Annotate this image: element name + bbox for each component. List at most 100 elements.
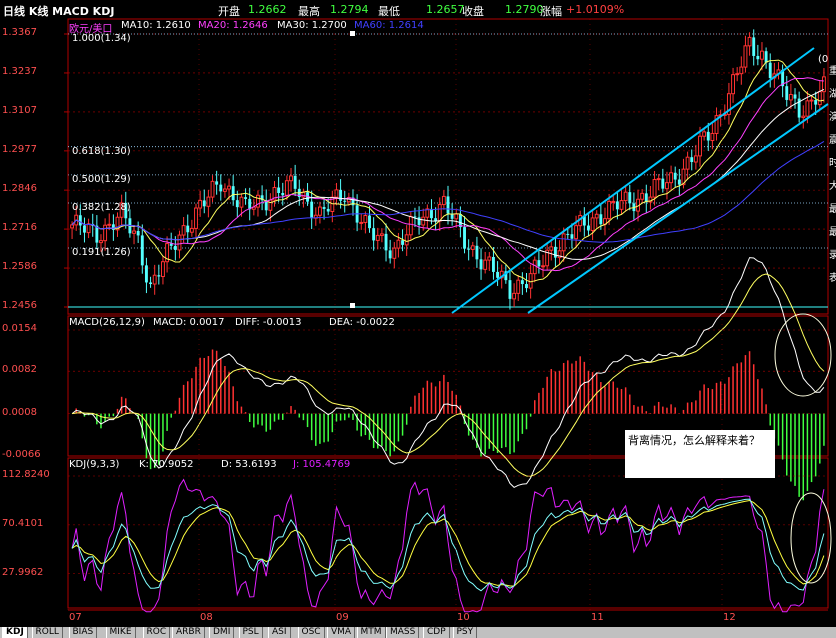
candle-body-down	[463, 227, 466, 249]
right-edge-char: 表	[829, 273, 836, 284]
candle-body-up	[317, 206, 322, 216]
candle-body-up	[685, 156, 690, 170]
right-edge-char: 演	[829, 112, 836, 123]
candle-body-down	[244, 197, 248, 199]
candle-body-up	[470, 245, 475, 250]
candle-body-down	[215, 181, 219, 185]
month-label: 07	[69, 612, 82, 623]
tab-arbr[interactable]: ARBR	[172, 627, 205, 638]
candle-body-up	[408, 215, 413, 236]
tab-psl[interactable]: PSL	[238, 627, 263, 638]
candle-body-down	[756, 55, 760, 60]
candle-body-down	[553, 246, 557, 258]
candle-body-up	[619, 200, 624, 210]
candle-body-up	[747, 36, 752, 47]
candle-body-up	[181, 225, 186, 236]
tab-roll[interactable]: ROLL	[31, 627, 63, 638]
candle-body-up	[760, 50, 764, 60]
fib-level-label: 0.382(1.28)	[72, 202, 131, 213]
tab-osc[interactable]: OSC	[297, 627, 325, 638]
candle-body-up	[289, 175, 293, 182]
legend-symbol: 欧元/美口	[69, 24, 113, 35]
macd-tick-label: 0.0154	[2, 323, 37, 334]
fib-level-label: 0.500(1.29)	[72, 173, 131, 185]
candle-body-up	[693, 155, 698, 163]
candle-body-down	[752, 37, 756, 56]
candle-body-up	[301, 191, 306, 198]
candle-body-up	[152, 274, 157, 285]
candle-body-down	[219, 184, 223, 192]
kdj-tick-label: 70.4101	[2, 517, 44, 529]
month-label: 12	[723, 612, 736, 623]
legend-ma20: MA20: 1.2646	[198, 20, 268, 31]
candle-body-up	[86, 223, 91, 234]
candle-body-up	[227, 185, 231, 190]
candle-body-down	[628, 192, 632, 204]
macd-legend-dea: DEA: -0.0022	[329, 317, 395, 328]
candle-body-up	[404, 234, 409, 246]
candle-body-down	[277, 187, 281, 194]
candle-body-down	[186, 225, 190, 233]
candle-body-up	[574, 225, 579, 240]
candle-body-down	[764, 51, 768, 63]
candle-body-up	[528, 273, 533, 289]
tab-asi[interactable]: ASI	[268, 627, 291, 638]
candle-body-up	[516, 279, 521, 294]
candle-body-up	[607, 200, 612, 220]
price-tick-label: 1.2846	[2, 183, 37, 195]
trend-channel-upper	[451, 47, 815, 314]
candle-body-down	[475, 245, 479, 260]
tab-bias[interactable]: BIAS	[68, 627, 98, 638]
macd-tick-label: 0.0082	[2, 364, 37, 376]
candle-body-up	[284, 180, 289, 196]
tab-roc[interactable]: ROC	[142, 627, 171, 638]
candle-body-down	[587, 225, 590, 231]
tab-mass[interactable]: MASS	[386, 627, 420, 638]
candle-body-down	[78, 215, 82, 226]
candle-body-down	[599, 214, 603, 225]
candle-body-down	[310, 201, 314, 219]
annotation-note: 背离情况，怎么解释来着？	[625, 430, 775, 478]
candle-body-down	[368, 215, 371, 229]
kdj-legend-d: D: 53.6193	[221, 459, 277, 470]
tab-cdp[interactable]: CDP	[423, 627, 450, 638]
candle-body-up	[210, 180, 215, 198]
candle-body-up	[731, 74, 735, 95]
candle-body-up	[437, 204, 442, 222]
candle-body-up	[454, 213, 459, 220]
main-panel-frame	[67, 18, 829, 315]
fib-right-stub: (0	[818, 54, 829, 65]
candle-body-down	[231, 186, 235, 201]
tab-mtm[interactable]: MTM	[356, 627, 386, 638]
candle-body-down	[83, 225, 86, 233]
tab-vma[interactable]: VMA	[327, 627, 356, 638]
tab-psy[interactable]: PSY	[452, 627, 478, 638]
tab-dmi[interactable]: DMI	[209, 627, 235, 638]
candle-body-down	[140, 235, 144, 266]
candle-body-up	[739, 66, 744, 75]
candle-body-up	[483, 259, 488, 270]
right-edge-char: 大	[829, 181, 836, 192]
candle-body-down	[491, 256, 495, 272]
candle-body-down	[388, 250, 392, 259]
fib-level-label: 0.191(1.26)	[72, 246, 131, 258]
tab-kdj[interactable]: KDJ	[2, 627, 28, 638]
tab-mike[interactable]: MIKE	[105, 627, 136, 638]
right-edge-char: 录	[829, 250, 836, 261]
candle-body-up	[239, 196, 244, 208]
candle-body-down	[343, 200, 347, 202]
candle-body-down	[570, 234, 574, 239]
macd-tick-label: 0.0008	[2, 406, 37, 418]
candle-body-up	[379, 233, 384, 236]
candle-body-up	[334, 189, 339, 198]
legend-ma30: MA30: 1.2700	[277, 20, 347, 31]
candle-body-down	[479, 259, 483, 270]
candle-body-up	[359, 221, 364, 224]
right-edge-char: 最	[829, 227, 836, 238]
candle-body-up	[735, 73, 740, 76]
candle-body-up	[421, 216, 426, 226]
candle-body-up	[809, 99, 814, 102]
candle-body-down	[430, 208, 433, 219]
legend-ma60: MA60: 1.2614	[354, 20, 424, 31]
price-tick-label: 1.2716	[2, 222, 37, 234]
